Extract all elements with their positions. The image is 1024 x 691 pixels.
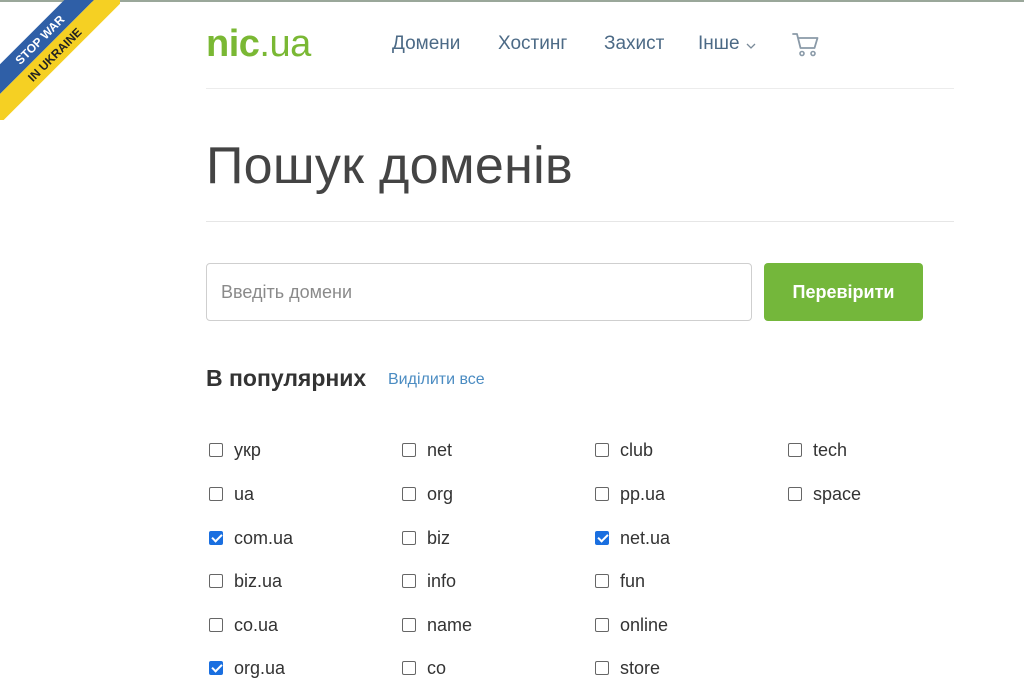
tld-option[interactable]: net.ua: [595, 527, 670, 549]
tld-checkbox[interactable]: [788, 443, 802, 457]
tld-option[interactable]: укр: [209, 439, 261, 461]
logo-name: nic: [206, 23, 260, 65]
tld-label: fun: [620, 571, 646, 591]
nav-other-label: Інше: [698, 33, 740, 55]
tld-option[interactable]: fun: [595, 570, 645, 592]
logo-tld: .ua: [259, 23, 311, 65]
tld-checkbox[interactable]: [209, 443, 223, 457]
nav-hosting[interactable]: Хостинг: [498, 33, 567, 55]
tld-label: net: [427, 440, 453, 460]
nav-other[interactable]: Інше: [698, 33, 756, 55]
tld-checkbox[interactable]: [402, 618, 416, 632]
tld-label: name: [427, 615, 473, 635]
tld-option[interactable]: biz.ua: [209, 570, 282, 592]
tld-checkbox[interactable]: [209, 574, 223, 588]
tld-option[interactable]: club: [595, 439, 653, 461]
tld-label: biz.ua: [234, 571, 283, 591]
tld-checkbox[interactable]: [402, 487, 416, 501]
tld-option[interactable]: org: [402, 483, 453, 505]
tld-checkbox[interactable]: [595, 443, 609, 457]
tld-checkbox[interactable]: [209, 531, 223, 545]
tld-option[interactable]: pp.ua: [595, 483, 665, 505]
tld-checkbox[interactable]: [209, 661, 223, 675]
tld-label: org.ua: [234, 658, 286, 678]
tld-label: org: [427, 484, 454, 504]
logo[interactable]: nic.ua: [206, 24, 311, 64]
tld-option[interactable]: com.ua: [209, 527, 293, 549]
domain-search-input[interactable]: [206, 263, 752, 321]
tld-label: co: [427, 658, 447, 678]
nav-domains[interactable]: Домени: [392, 33, 460, 55]
cart-icon[interactable]: [792, 32, 820, 58]
tld-checkbox[interactable]: [595, 618, 609, 632]
tld-option[interactable]: space: [788, 483, 861, 505]
tld-option[interactable]: net: [402, 439, 452, 461]
tld-label: net.ua: [620, 528, 671, 548]
tld-option[interactable]: ua: [209, 483, 254, 505]
tld-checkbox[interactable]: [402, 443, 416, 457]
tld-checkbox[interactable]: [209, 618, 223, 632]
site-header: nic.ua Домени Хостинг Захист Інше: [206, 0, 954, 89]
tld-option[interactable]: tech: [788, 439, 847, 461]
tld-checkbox[interactable]: [595, 531, 609, 545]
title-divider: [206, 221, 954, 222]
select-all-link[interactable]: Виділити все: [388, 370, 485, 390]
tld-option[interactable]: co: [402, 657, 446, 679]
page-title: Пошук доменів: [206, 137, 573, 195]
tld-label: space: [813, 484, 862, 504]
tld-checkbox[interactable]: [402, 531, 416, 545]
tld-label: store: [620, 658, 661, 678]
tld-option[interactable]: online: [595, 614, 668, 636]
tld-label: co.ua: [234, 615, 279, 635]
tld-checkbox[interactable]: [595, 661, 609, 675]
popular-section-title: В популярних: [206, 365, 367, 391]
tld-label: ua: [234, 484, 255, 504]
tld-option[interactable]: info: [402, 570, 456, 592]
tld-label: online: [620, 615, 669, 635]
tld-label: biz: [427, 528, 451, 548]
tld-option[interactable]: name: [402, 614, 472, 636]
tld-label: tech: [813, 440, 848, 460]
check-button[interactable]: Перевірити: [764, 263, 923, 321]
tld-checkbox[interactable]: [595, 487, 609, 501]
tld-label: info: [427, 571, 457, 591]
tld-checkbox[interactable]: [209, 487, 223, 501]
tld-checkbox[interactable]: [595, 574, 609, 588]
tld-checkbox[interactable]: [402, 661, 416, 675]
tld-label: club: [620, 440, 654, 460]
tld-option[interactable]: store: [595, 657, 660, 679]
stop-war-ribbon: STOP WAR IN UKRAINE: [0, 0, 120, 120]
tld-label: com.ua: [234, 528, 294, 548]
tld-checkbox[interactable]: [402, 574, 416, 588]
tld-label: pp.ua: [620, 484, 666, 504]
nav-protection[interactable]: Захист: [604, 33, 664, 55]
tld-option[interactable]: biz: [402, 527, 450, 549]
tld-checkbox[interactable]: [788, 487, 802, 501]
tld-option[interactable]: org.ua: [209, 657, 285, 679]
tld-option[interactable]: co.ua: [209, 614, 278, 636]
chevron-down-icon: [746, 33, 756, 55]
tld-label: укр: [234, 440, 261, 460]
